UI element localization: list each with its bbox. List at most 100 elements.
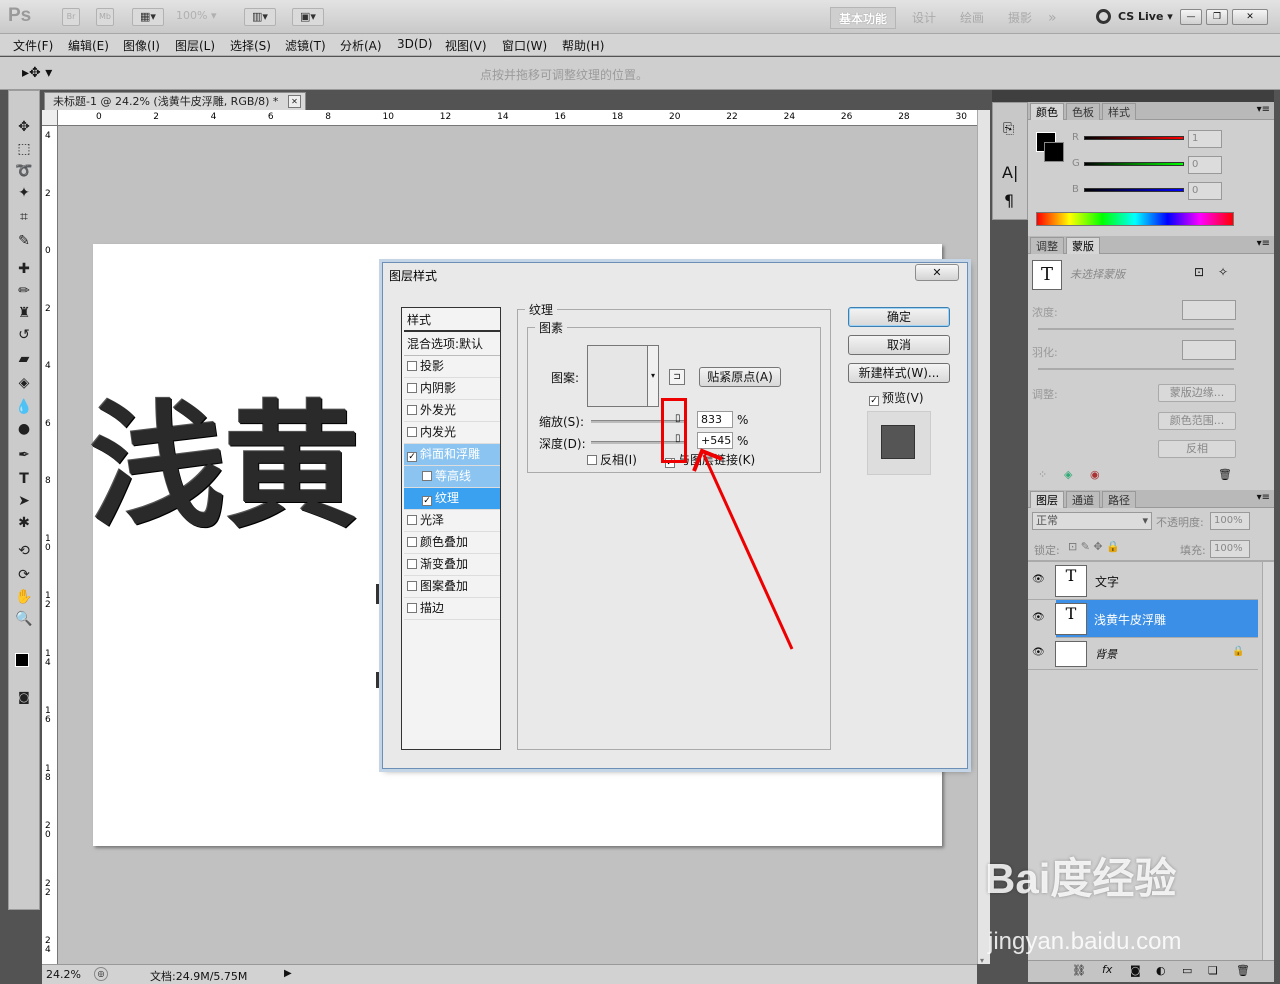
paint-bucket-icon[interactable]: ◈: [12, 373, 36, 393]
checkbox[interactable]: [407, 361, 417, 371]
menu-window[interactable]: 窗口(W): [502, 37, 547, 54]
arrange-documents-icon[interactable]: ▥▾: [244, 8, 276, 26]
ok-button[interactable]: 确定: [848, 307, 950, 327]
delete-mask-icon[interactable]: 🗑: [1218, 468, 1232, 481]
checkbox[interactable]: [407, 559, 417, 569]
mini-bridge-button[interactable]: Mb: [96, 8, 114, 26]
style-item-contour[interactable]: 等高线: [404, 466, 500, 488]
color-range-button[interactable]: 颜色范围...: [1158, 412, 1236, 430]
style-item-texture[interactable]: ✓ 纹理: [404, 488, 500, 510]
delete-layer-icon[interactable]: 🗑: [1236, 964, 1250, 977]
scale-input[interactable]: 833: [697, 411, 733, 428]
zoom-tool-icon[interactable]: 🔍: [12, 609, 36, 629]
style-item-satin[interactable]: 光泽: [404, 510, 500, 532]
move-tool-icon[interactable]: ✥: [12, 117, 36, 137]
eye-icon[interactable]: 👁: [1032, 648, 1046, 658]
menu-view[interactable]: 视图(V): [445, 37, 487, 54]
clone-stamp-icon[interactable]: ♜: [12, 303, 36, 323]
checkbox[interactable]: [407, 537, 417, 547]
pattern-dropdown-icon[interactable]: ▾: [647, 345, 659, 407]
link-layers-icon[interactable]: ⛓: [1072, 964, 1086, 977]
panel-menu-icon[interactable]: ▾≡: [1257, 104, 1270, 115]
tab-styles[interactable]: 样式: [1102, 103, 1136, 120]
restore-button[interactable]: ❐: [1206, 9, 1228, 25]
close-button[interactable]: ✕: [1232, 9, 1268, 25]
vertical-scrollbar[interactable]: ▾: [977, 110, 990, 965]
checkbox[interactable]: [407, 581, 417, 591]
move-tool-preset-icon[interactable]: ▸✥ ▾: [22, 65, 52, 81]
r-slider[interactable]: [1084, 136, 1184, 140]
type-tool-icon[interactable]: T: [12, 469, 36, 489]
document-tab[interactable]: 未标题-1 @ 24.2% (浅黄牛皮浮雕, RGB/8) * ✕: [44, 92, 306, 110]
style-item-drop-shadow[interactable]: 投影: [404, 356, 500, 378]
menu-analysis[interactable]: 分析(A): [340, 37, 382, 54]
vector-mask-icon[interactable]: ✧: [1218, 265, 1228, 279]
history-panel-icon[interactable]: ⎘: [1003, 121, 1014, 137]
disable-mask-icon[interactable]: ◉: [1090, 468, 1100, 481]
quick-mask-icon[interactable]: ◙: [12, 687, 36, 707]
feather-slider[interactable]: [1038, 368, 1234, 370]
3d-orbit-icon[interactable]: ⟳: [12, 565, 36, 585]
mask-edge-button[interactable]: 蒙版边缘...: [1158, 384, 1236, 402]
menu-3d[interactable]: 3D(D): [397, 37, 432, 51]
lasso-tool-icon[interactable]: ➰: [12, 161, 36, 181]
checkbox[interactable]: [407, 383, 417, 393]
g-input[interactable]: 0: [1188, 156, 1222, 174]
style-item-gradient-overlay[interactable]: 渐变叠加: [404, 554, 500, 576]
checkbox-checked[interactable]: ✓: [422, 496, 432, 506]
b-input[interactable]: 0: [1188, 182, 1222, 200]
tab-channels[interactable]: 通道: [1066, 491, 1100, 508]
style-item-outer-glow[interactable]: 外发光: [404, 400, 500, 422]
document-close-icon[interactable]: ✕: [288, 95, 301, 108]
style-item-color-overlay[interactable]: 颜色叠加: [404, 532, 500, 554]
workspace-basic[interactable]: 基本功能: [830, 7, 897, 29]
bg-color-swatch[interactable]: [1044, 142, 1064, 162]
shape-tool-icon[interactable]: ✱: [12, 513, 36, 533]
density-input[interactable]: [1182, 300, 1236, 320]
status-zoom[interactable]: 24.2%: [46, 968, 81, 981]
view-extras-icon[interactable]: ▦▾: [132, 8, 164, 26]
menu-filter[interactable]: 滤镜(T): [285, 37, 326, 54]
eraser-tool-icon[interactable]: ▰: [12, 349, 36, 369]
brush-tool-icon[interactable]: ✏: [12, 281, 36, 301]
pattern-swatch[interactable]: [587, 345, 649, 407]
menu-help[interactable]: 帮助(H): [562, 37, 604, 54]
density-slider[interactable]: [1038, 328, 1234, 330]
character-panel-icon[interactable]: A|: [1002, 163, 1018, 182]
checkbox[interactable]: [407, 515, 417, 525]
menu-select[interactable]: 选择(S): [230, 37, 271, 54]
marquee-tool-icon[interactable]: ⬚: [12, 139, 36, 159]
style-item-inner-shadow[interactable]: 内阴影: [404, 378, 500, 400]
opacity-input[interactable]: 100%: [1210, 512, 1250, 530]
foreground-color-swatch[interactable]: [15, 653, 29, 667]
eyedropper-tool-icon[interactable]: ✎: [12, 231, 36, 251]
load-selection-icon[interactable]: ⁘: [1038, 468, 1047, 481]
workspace-paint[interactable]: 绘画: [952, 7, 992, 29]
new-group-icon[interactable]: ▭: [1182, 964, 1192, 977]
dodge-tool-icon[interactable]: ●: [12, 419, 36, 439]
bridge-button[interactable]: Br: [62, 8, 80, 26]
eye-icon[interactable]: 👁: [1032, 575, 1046, 585]
3d-rotate-icon[interactable]: ⟲: [12, 541, 36, 561]
checkbox[interactable]: [407, 427, 417, 437]
cs-live-menu[interactable]: CS Live ▾: [1118, 10, 1173, 23]
eye-icon[interactable]: 👁: [1032, 613, 1046, 623]
panel-menu-icon[interactable]: ▾≡: [1257, 492, 1270, 503]
menu-file[interactable]: 文件(F): [13, 37, 53, 54]
blur-tool-icon[interactable]: 💧: [12, 397, 36, 417]
status-info-icon[interactable]: ◎: [94, 967, 108, 981]
history-brush-icon[interactable]: ↺: [12, 325, 36, 345]
new-style-button[interactable]: 新建样式(W)...: [848, 363, 950, 383]
tab-layers[interactable]: 图层: [1030, 491, 1064, 508]
style-item-inner-glow[interactable]: 内发光: [404, 422, 500, 444]
cancel-button[interactable]: 取消: [848, 335, 950, 355]
pen-tool-icon[interactable]: ✒: [12, 445, 36, 465]
dialog-close-icon[interactable]: ✕: [915, 264, 959, 281]
status-menu-arrow-icon[interactable]: ▶: [284, 968, 292, 979]
pixel-mask-icon[interactable]: ⊡: [1194, 265, 1204, 279]
menu-edit[interactable]: 编辑(E): [68, 37, 109, 54]
r-input[interactable]: 1: [1188, 130, 1222, 148]
screen-mode-icon[interactable]: ▣▾: [292, 8, 324, 26]
tab-color[interactable]: 颜色: [1030, 103, 1064, 120]
scroll-down-icon[interactable]: ▾: [980, 956, 984, 965]
